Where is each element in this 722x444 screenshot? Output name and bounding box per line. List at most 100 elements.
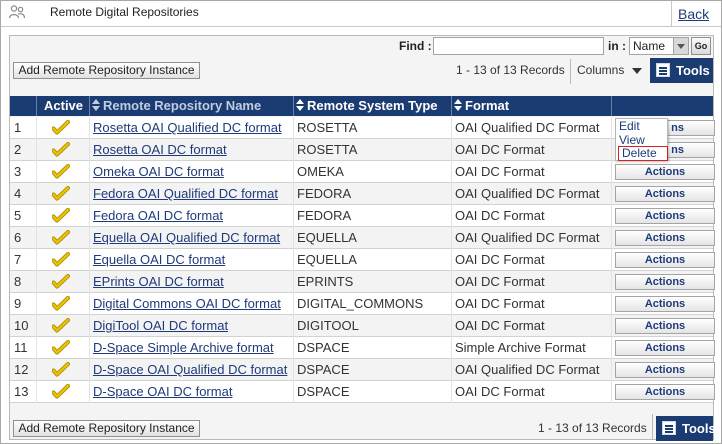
toolbar-divider bbox=[652, 414, 653, 440]
active-check-icon bbox=[52, 252, 70, 267]
active-check-icon bbox=[52, 362, 70, 377]
column-divider bbox=[293, 315, 294, 337]
column-divider bbox=[611, 205, 612, 227]
columns-menu-top[interactable]: Columns bbox=[577, 63, 643, 77]
column-divider bbox=[451, 359, 452, 381]
format-value: OAI DC Format bbox=[455, 274, 545, 289]
chevron-down-icon bbox=[632, 67, 643, 74]
column-divider bbox=[451, 227, 452, 249]
column-header-system[interactable]: Remote System Type bbox=[296, 96, 438, 116]
column-divider bbox=[89, 315, 90, 337]
remote-system-type: DSPACE bbox=[297, 362, 350, 377]
remote-system-type: DIGITOOL bbox=[297, 318, 359, 333]
repository-name-link[interactable]: D-Space Simple Archive format bbox=[93, 340, 274, 355]
row-actions-button[interactable]: Actions bbox=[615, 296, 715, 312]
row-actions-button[interactable]: Actions bbox=[615, 340, 715, 356]
column-divider bbox=[293, 227, 294, 249]
row-actions-button[interactable]: Actions bbox=[615, 208, 715, 224]
column-divider bbox=[293, 337, 294, 359]
find-label: Find : bbox=[399, 39, 432, 53]
column-divider bbox=[36, 271, 37, 293]
repository-name-link[interactable]: D-Space OAI Qualified DC format bbox=[93, 362, 287, 377]
repository-name-link[interactable]: D-Space OAI DC format bbox=[93, 384, 232, 399]
active-check-icon bbox=[52, 384, 70, 399]
table-row: 4 Fedora OAI Qualified DC format FEDORA OAI… bbox=[10, 183, 715, 205]
active-check-icon bbox=[52, 186, 70, 201]
active-check-icon bbox=[52, 164, 70, 179]
row-actions-button[interactable]: Actions bbox=[615, 384, 715, 400]
go-button[interactable]: Go bbox=[691, 37, 711, 55]
format-value: Simple Archive Format bbox=[455, 340, 586, 355]
active-check-icon bbox=[52, 274, 70, 289]
row-actions-button[interactable]: Actions bbox=[615, 318, 715, 334]
add-repository-button-top[interactable]: Add Remote Repository Instance bbox=[13, 62, 200, 79]
format-value: OAI Qualified DC Format bbox=[455, 186, 600, 201]
column-header-format[interactable]: Format bbox=[454, 96, 509, 116]
repository-name-link[interactable]: Fedora OAI Qualified DC format bbox=[93, 186, 278, 201]
repository-name-link[interactable]: Rosetta OAI DC format bbox=[93, 142, 227, 157]
column-divider bbox=[611, 315, 612, 337]
column-divider bbox=[611, 183, 612, 205]
columns-label: Columns bbox=[577, 63, 625, 77]
column-divider bbox=[36, 139, 37, 161]
column-divider bbox=[451, 139, 452, 161]
repository-name-link[interactable]: Digital Commons OAI DC format bbox=[93, 296, 281, 311]
format-value: OAI DC Format bbox=[455, 208, 545, 223]
table-row: 10 DigiTool OAI DC format DIGITOOL OAI DC F… bbox=[10, 315, 715, 337]
list-icon bbox=[662, 421, 676, 435]
table-row: 13 D-Space OAI DC format DSPACE OAI DC Form… bbox=[10, 381, 715, 403]
repository-name-link[interactable]: Omeka OAI DC format bbox=[93, 164, 224, 179]
menu-item-edit[interactable]: Edit bbox=[619, 119, 640, 133]
format-value: OAI Qualified DC Format bbox=[455, 362, 600, 377]
format-value: OAI DC Format bbox=[455, 384, 545, 399]
row-actions-button[interactable]: Actions bbox=[615, 186, 715, 202]
row-actions-button[interactable]: Actions bbox=[615, 164, 715, 180]
format-value: OAI Qualified DC Format bbox=[455, 120, 600, 135]
column-divider bbox=[89, 381, 90, 403]
active-check-icon bbox=[52, 296, 70, 311]
header-divider bbox=[36, 96, 37, 116]
row-actions-button[interactable]: Actions bbox=[615, 362, 715, 378]
table-row: 8 EPrints OAI DC format EPRINTS OAI DC Form… bbox=[10, 271, 715, 293]
column-divider bbox=[89, 337, 90, 359]
column-header-name[interactable]: Remote Repository Name bbox=[92, 96, 261, 116]
column-header-active[interactable]: Active bbox=[44, 96, 83, 116]
tools-button-top[interactable]: Tools bbox=[650, 58, 713, 83]
active-check-icon bbox=[52, 318, 70, 333]
repository-name-link[interactable]: Rosetta OAI Qualified DC format bbox=[93, 120, 282, 135]
row-actions-button[interactable]: Actions bbox=[615, 230, 715, 246]
row-actions-menu: Edit View Delete bbox=[615, 118, 668, 161]
row-actions-button[interactable]: Actions bbox=[615, 252, 715, 268]
column-header-system-label: Remote System Type bbox=[307, 98, 438, 113]
row-number: 11 bbox=[14, 340, 28, 355]
repository-name-link[interactable]: DigiTool OAI DC format bbox=[93, 318, 228, 333]
header-divider bbox=[671, 1, 672, 27]
table-row: 9 Digital Commons OAI DC format DIGITAL_CO… bbox=[10, 293, 715, 315]
column-header-name-label: Remote Repository Name bbox=[103, 98, 262, 113]
find-input[interactable] bbox=[433, 37, 604, 55]
menu-item-view[interactable]: View bbox=[619, 133, 645, 147]
active-check-icon bbox=[52, 142, 70, 157]
back-link[interactable]: Back bbox=[678, 6, 709, 22]
menu-item-delete[interactable]: Delete bbox=[618, 146, 668, 161]
row-actions-button[interactable]: Actions bbox=[615, 274, 715, 290]
list-icon bbox=[656, 63, 670, 77]
page-header: Remote Digital Repositories Back bbox=[1, 1, 721, 27]
column-divider bbox=[89, 205, 90, 227]
column-divider bbox=[611, 161, 612, 183]
sort-icon bbox=[296, 99, 304, 111]
repository-name-link[interactable]: Fedora OAI DC format bbox=[93, 208, 223, 223]
column-divider bbox=[293, 183, 294, 205]
tools-button-bottom[interactable]: Tools bbox=[656, 416, 716, 441]
row-number: 5 bbox=[14, 208, 22, 223]
search-field-select[interactable]: Name bbox=[629, 37, 689, 55]
remote-system-type: DIGITAL_COMMONS bbox=[297, 296, 424, 311]
add-repository-button-bottom[interactable]: Add Remote Repository Instance bbox=[13, 420, 200, 437]
repository-name-link[interactable]: EPrints OAI DC format bbox=[93, 274, 224, 289]
column-divider bbox=[451, 117, 452, 139]
repository-name-link[interactable]: Equella OAI DC format bbox=[93, 252, 225, 267]
column-divider bbox=[611, 139, 612, 161]
repository-name-link[interactable]: Equella OAI Qualified DC format bbox=[93, 230, 280, 245]
column-divider bbox=[293, 271, 294, 293]
row-number: 7 bbox=[14, 252, 22, 267]
